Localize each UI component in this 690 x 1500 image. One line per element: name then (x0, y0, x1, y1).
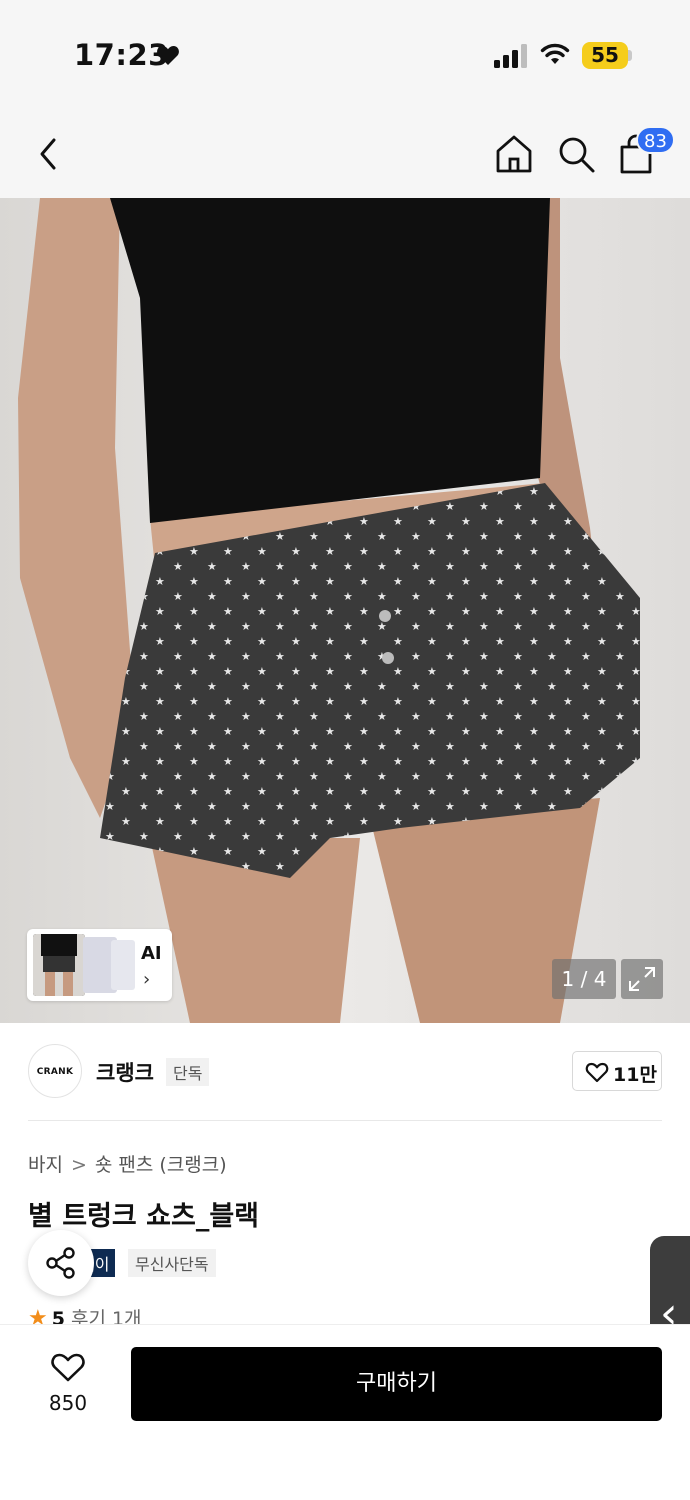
status-time: 17:23 (74, 38, 169, 72)
share-button[interactable] (28, 1230, 94, 1296)
chevron-right-icon: > (70, 1154, 87, 1176)
heart-icon (157, 46, 179, 65)
product-photo: ★ ★ (0, 198, 690, 1023)
wishlist-count: 850 (48, 1391, 88, 1415)
brand-like-count: 11만 (613, 1064, 657, 1086)
signal-icon (494, 44, 527, 68)
ai-label: AI (141, 943, 162, 964)
battery-tip (628, 50, 632, 61)
bottom-action-bar: 850 구매하기 (0, 1324, 690, 1500)
expand-button[interactable] (621, 959, 663, 999)
brand-name[interactable]: 크랭크 (96, 1057, 154, 1087)
product-title: 별 트렁크 쇼츠_블랙 (28, 1201, 260, 1232)
ai-fitting-thumbnail[interactable]: AI › (27, 929, 172, 1001)
breadcrumb: 바지 > 숏 팬츠 (크랭크) (28, 1150, 227, 1177)
back-icon[interactable] (28, 132, 72, 176)
thumbnail-image (33, 934, 85, 996)
share-icon (46, 1247, 75, 1279)
home-icon[interactable] (492, 132, 536, 176)
chevron-right-icon: › (143, 969, 151, 990)
exclusive-badge: 무신사단독 (128, 1249, 216, 1277)
breadcrumb-subcategory[interactable]: 숏 팬츠 (크랭크) (95, 1154, 227, 1176)
brand-like-button[interactable]: 11만 (572, 1051, 662, 1091)
breadcrumb-category[interactable]: 바지 (28, 1154, 63, 1176)
product-image[interactable]: ★ ★ (0, 198, 690, 1023)
search-icon[interactable] (554, 132, 598, 176)
cart-count-badge: 83 (636, 126, 675, 154)
expand-icon (629, 967, 655, 991)
heart-outline-icon[interactable] (50, 1351, 86, 1383)
buy-button[interactable]: 구매하기 (131, 1347, 662, 1421)
image-counter: 1 / 4 (552, 959, 616, 999)
brand-logo[interactable]: CRANK (28, 1044, 82, 1098)
heart-outline-icon (585, 1062, 609, 1083)
status-bar: 17:23 55 (0, 0, 690, 110)
divider (28, 1120, 662, 1121)
app-header: 83 (0, 110, 690, 198)
thumbnail-image (111, 940, 135, 990)
exclusive-tag: 단독 (166, 1058, 210, 1086)
battery-indicator: 55 (582, 42, 628, 69)
wifi-icon (540, 43, 570, 64)
